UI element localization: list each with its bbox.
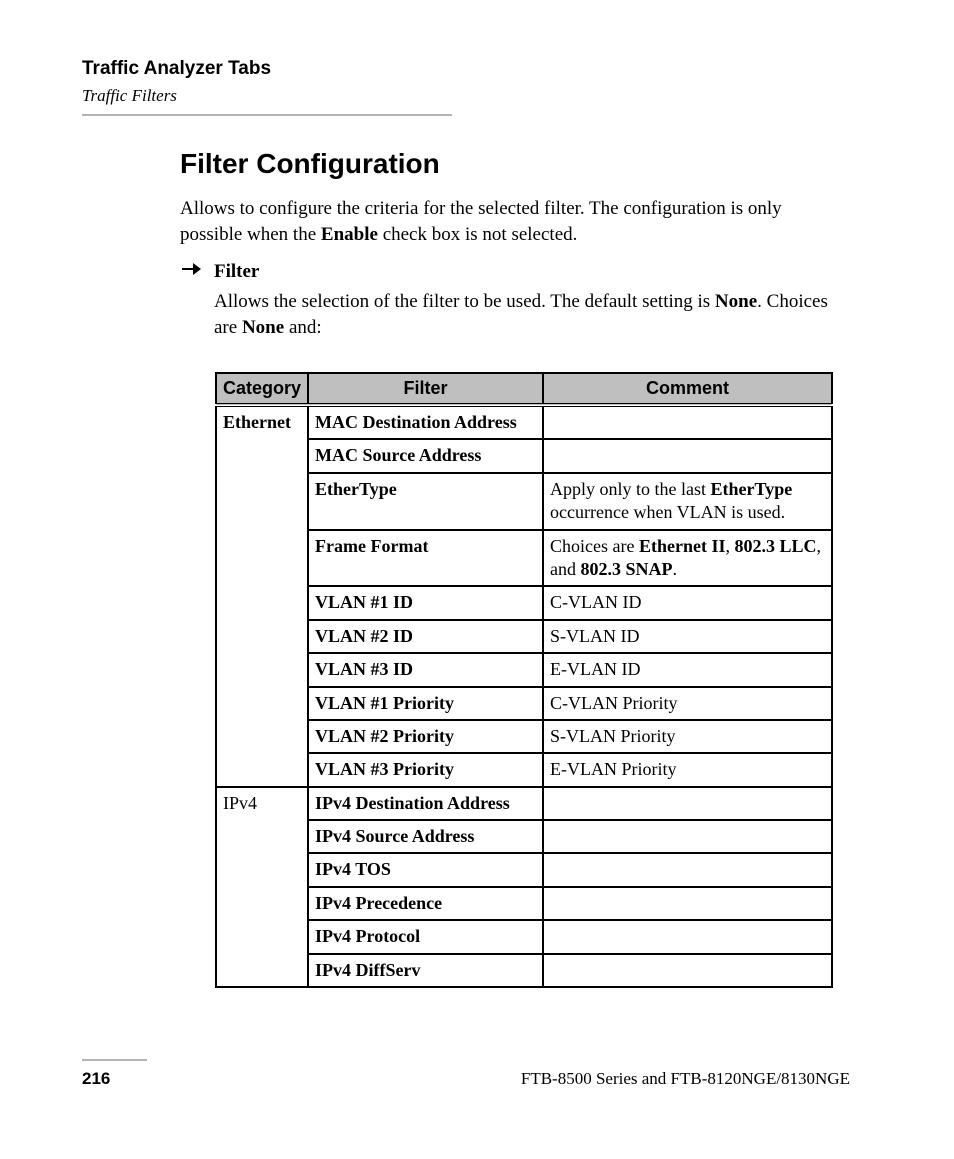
comment-text: E-VLAN ID: [550, 659, 640, 679]
bullet-label: Filter: [214, 261, 259, 283]
table-row: IPv4 Precedence: [216, 887, 832, 920]
bullet-body-bold-1: None: [715, 291, 757, 312]
table-row: IPv4 DiffServ: [216, 954, 832, 987]
filter-cell: VLAN #2 ID: [308, 620, 543, 653]
table-row: VLAN #2 Priority S-VLAN Priority: [216, 720, 832, 753]
filter-cell: IPv4 Precedence: [308, 887, 543, 920]
filter-cell: IPv4 Protocol: [308, 920, 543, 953]
filter-cell: IPv4 TOS: [308, 853, 543, 886]
footer-row: 216 FTB-8500 Series and FTB-8120NGE/8130…: [82, 1069, 850, 1089]
comment-text: Choices are: [550, 536, 639, 556]
page-header: Traffic Analyzer Tabs Traffic Filters: [82, 58, 872, 116]
bullet-body-bold-2: None: [242, 317, 284, 338]
comment-cell: [543, 920, 832, 953]
filter-cell: IPv4 Source Address: [308, 820, 543, 853]
th-comment: Comment: [543, 373, 832, 405]
bullet-body-pre: Allows the selection of the filter to be…: [214, 291, 715, 312]
category-cell: IPv4: [216, 787, 308, 987]
filter-cell: VLAN #2 Priority: [308, 720, 543, 753]
table-row: EtherTypeApply only to the last EtherTyp…: [216, 473, 832, 530]
table-row: IPv4 Protocol: [216, 920, 832, 953]
comment-cell: [543, 439, 832, 472]
chapter-subtitle: Traffic Filters: [82, 86, 872, 106]
comment-cell: [543, 787, 832, 820]
table-row: VLAN #1 Priority C-VLAN Priority: [216, 687, 832, 720]
th-category: Category: [216, 373, 308, 405]
table-row: IPv4 Source Address: [216, 820, 832, 853]
filter-table: Category Filter Comment EthernetMAC Dest…: [215, 372, 833, 988]
table-row: VLAN #3 Priority E-VLAN Priority: [216, 753, 832, 786]
table-row: VLAN #2 ID S-VLAN ID: [216, 620, 832, 653]
comment-cell: S-VLAN ID: [543, 620, 832, 653]
comment-cell: E-VLAN ID: [543, 653, 832, 686]
intro-text-post: check box is not selected.: [378, 224, 577, 245]
chapter-title: Traffic Analyzer Tabs: [82, 58, 872, 80]
bullet-item: Filter: [180, 261, 836, 283]
th-filter: Filter: [308, 373, 543, 405]
table-row: EthernetMAC Destination Address: [216, 405, 832, 439]
table-row: MAC Source Address: [216, 439, 832, 472]
intro-text-bold: Enable: [321, 224, 378, 245]
intro-paragraph: Allows to configure the criteria for the…: [180, 196, 836, 247]
category-cell: Ethernet: [216, 405, 308, 787]
filter-cell: VLAN #3 ID: [308, 653, 543, 686]
filter-cell: VLAN #1 Priority: [308, 687, 543, 720]
table-row: VLAN #3 ID E-VLAN ID: [216, 653, 832, 686]
comment-cell: Choices are Ethernet II, 802.3 LLC, and …: [543, 530, 832, 587]
page-footer: 216 FTB-8500 Series and FTB-8120NGE/8130…: [82, 1059, 850, 1089]
table-row: Frame FormatChoices are Ethernet II, 802…: [216, 530, 832, 587]
comment-text: S-VLAN Priority: [550, 726, 676, 746]
filter-cell: VLAN #3 Priority: [308, 753, 543, 786]
content-area: Filter Configuration Allows to configure…: [180, 148, 836, 355]
table-row: IPv4IPv4 Destination Address: [216, 787, 832, 820]
comment-cell: Apply only to the last EtherType occurre…: [543, 473, 832, 530]
comment-cell: S-VLAN Priority: [543, 720, 832, 753]
page-number: 216: [82, 1069, 110, 1089]
comment-cell: [543, 405, 832, 439]
comment-text: E-VLAN Priority: [550, 759, 676, 779]
comment-cell: C-VLAN ID: [543, 586, 832, 619]
arrow-icon: [180, 261, 214, 281]
comment-text: Apply only to the last: [550, 479, 711, 499]
footer-model: FTB-8500 Series and FTB-8120NGE/8130NGE: [521, 1069, 850, 1089]
header-rule: [82, 114, 452, 116]
comment-text: occurrence when VLAN is used.: [550, 502, 785, 522]
comment-cell: E-VLAN Priority: [543, 753, 832, 786]
comment-cell: [543, 954, 832, 987]
table-header-row: Category Filter Comment: [216, 373, 832, 405]
comment-text: C-VLAN Priority: [550, 693, 678, 713]
bullet-body: Allows the selection of the filter to be…: [214, 289, 836, 340]
bullet-body-post: and:: [284, 317, 321, 338]
filter-cell: VLAN #1 ID: [308, 586, 543, 619]
filter-cell: MAC Destination Address: [308, 405, 543, 439]
comment-cell: C-VLAN Priority: [543, 687, 832, 720]
filter-cell: MAC Source Address: [308, 439, 543, 472]
table-row: VLAN #1 ID C-VLAN ID: [216, 586, 832, 619]
comment-bold: 802.3 LLC: [735, 536, 817, 556]
comment-bold: EtherType: [711, 479, 793, 499]
comment-bold: 802.3 SNAP: [581, 559, 673, 579]
comment-cell: [543, 887, 832, 920]
filter-cell: EtherType: [308, 473, 543, 530]
filter-cell: IPv4 Destination Address: [308, 787, 543, 820]
comment-text: ,: [726, 536, 735, 556]
section-heading: Filter Configuration: [180, 148, 836, 180]
filter-table-wrap: Category Filter Comment EthernetMAC Dest…: [215, 372, 833, 988]
comment-text: .: [673, 559, 678, 579]
comment-cell: [543, 853, 832, 886]
filter-cell: Frame Format: [308, 530, 543, 587]
comment-text: S-VLAN ID: [550, 626, 640, 646]
comment-text: C-VLAN ID: [550, 592, 642, 612]
comment-bold: Ethernet II: [639, 536, 726, 556]
footer-rule: [82, 1059, 147, 1061]
comment-cell: [543, 820, 832, 853]
table-row: IPv4 TOS: [216, 853, 832, 886]
filter-cell: IPv4 DiffServ: [308, 954, 543, 987]
